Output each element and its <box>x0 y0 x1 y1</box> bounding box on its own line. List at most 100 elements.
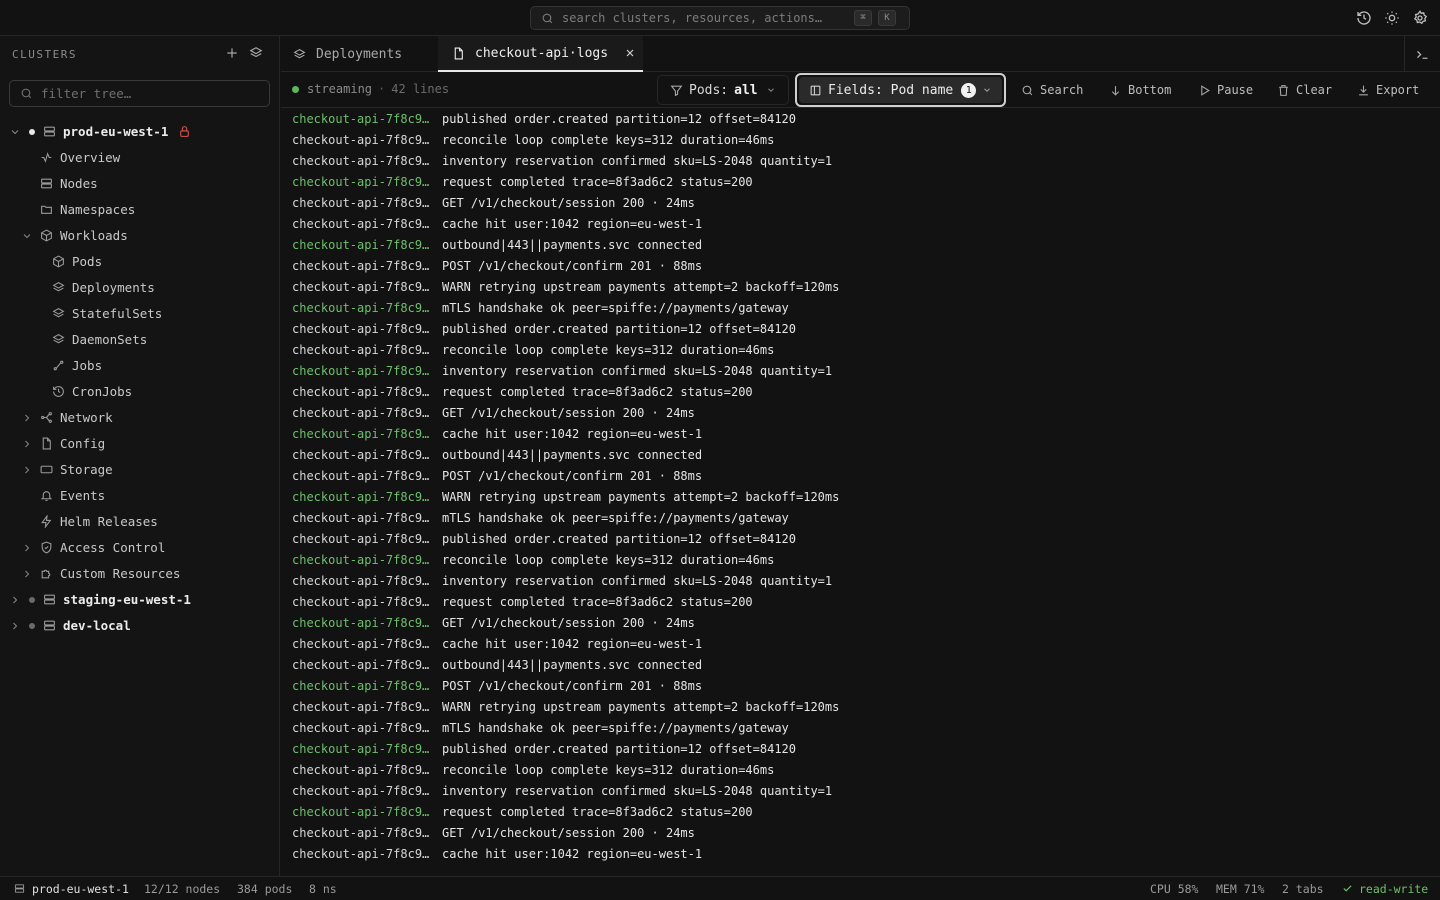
sidebar-item-access-control[interactable]: Access Control <box>0 535 279 561</box>
sidebar-item-events[interactable]: Events <box>0 483 279 509</box>
chevron-right-icon <box>9 594 21 606</box>
cluster-status-dot <box>29 623 35 629</box>
clear-button[interactable]: Clear <box>1277 72 1332 108</box>
log-line: checkout-api-7f8c9… mTLS handshake ok pee… <box>292 297 789 318</box>
tab-checkout-api-logs[interactable]: checkout-api·logs <box>438 36 643 72</box>
global-search-input[interactable]: search clusters, resources, actions… ⌘ K <box>530 6 910 30</box>
log-message: inventory reservation confirmed sku=LS-2… <box>442 783 833 798</box>
sidebar-item-overview[interactable]: Overview <box>0 145 279 171</box>
log-pod-name: checkout-api-7f8c9… <box>292 657 430 672</box>
log-viewer[interactable]: checkout-api-7f8c9… published order.creat… <box>281 108 1440 876</box>
log-line: checkout-api-7f8c9… cache hit user:1042 r… <box>292 213 702 234</box>
history-icon[interactable] <box>1356 10 1372 26</box>
sidebar-item-label: Events <box>60 488 106 503</box>
layers-icon[interactable] <box>249 46 263 60</box>
terminal-icon[interactable] <box>1404 36 1440 72</box>
sidebar-item-network[interactable]: Network <box>0 405 279 431</box>
command-key-hint: ⌘ <box>854 10 872 26</box>
sidebar-item-statefulsets[interactable]: StatefulSets <box>0 301 279 327</box>
log-line: checkout-api-7f8c9… inventory reservation… <box>292 360 832 381</box>
log-line: checkout-api-7f8c9… request completed tra… <box>292 171 753 192</box>
settings-icon[interactable] <box>1412 10 1428 26</box>
log-message: inventory reservation confirmed sku=LS-2… <box>442 153 833 168</box>
cluster-prod-eu-west-1[interactable]: prod-eu-west-1 <box>0 119 279 145</box>
log-pod-name: checkout-api-7f8c9… <box>292 510 430 525</box>
layers-icon <box>52 333 65 346</box>
chevron-right-icon <box>21 438 33 450</box>
log-pod-name: checkout-api-7f8c9… <box>292 300 430 315</box>
export-button[interactable]: Export <box>1357 72 1419 108</box>
cluster-tree: prod-eu-west-1 Overview Nodes Namespaces… <box>0 119 279 639</box>
line-count: 42 lines <box>391 82 450 96</box>
sidebar-item-config[interactable]: Config <box>0 431 279 457</box>
sidebar-item-label: Config <box>60 436 106 451</box>
log-line: checkout-api-7f8c9… inventory reservation… <box>292 150 832 171</box>
status-bar: prod-eu-west-1 12/12 nodes 384 pods 8 ns… <box>0 876 1440 900</box>
log-line: checkout-api-7f8c9… GET /v1/checkout/sess… <box>292 612 695 633</box>
log-line: checkout-api-7f8c9… reconcile loop comple… <box>292 549 774 570</box>
sidebar-item-label: StatefulSets <box>72 306 163 321</box>
log-message: WARN retrying upstream payments attempt=… <box>442 489 840 504</box>
cluster-staging-eu-west-1[interactable]: staging-eu-west-1 <box>0 587 279 613</box>
log-line: checkout-api-7f8c9… inventory reservation… <box>292 570 832 591</box>
log-message: reconcile loop complete keys=312 duratio… <box>442 342 775 357</box>
sidebar-item-label: Namespaces <box>60 202 136 217</box>
sidebar-item-namespaces[interactable]: Namespaces <box>0 197 279 223</box>
layers-icon <box>52 307 65 320</box>
status-namespaces: 8 ns <box>309 882 337 896</box>
cluster-name: dev-local <box>63 618 131 633</box>
sidebar-item-helm-releases[interactable]: Helm Releases <box>0 509 279 535</box>
sidebar-item-label: Pods <box>72 254 103 269</box>
log-message: cache hit user:1042 region=eu-west-1 <box>442 636 703 651</box>
log-message: outbound|443||payments.svc connected <box>442 447 703 462</box>
route-icon <box>52 359 65 372</box>
cluster-dev-local[interactable]: dev-local <box>0 613 279 639</box>
server-icon <box>40 177 53 190</box>
status-nodes: 12/12 nodes <box>144 882 221 896</box>
trash-icon <box>1277 84 1290 97</box>
search-button[interactable]: Search <box>1021 72 1083 108</box>
puzzle-icon <box>40 567 53 580</box>
chevron-right-icon <box>21 542 33 554</box>
sidebar-item-label: Overview <box>60 150 121 165</box>
bell-icon <box>40 489 53 502</box>
sidebar-item-pods[interactable]: Pods <box>0 249 279 275</box>
chevron-down-icon <box>982 85 992 95</box>
sidebar-item-daemonsets[interactable]: DaemonSets <box>0 327 279 353</box>
pods-filter-dropdown[interactable]: Pods: all <box>657 75 789 105</box>
add-cluster-icon[interactable] <box>225 46 239 60</box>
pause-button[interactable]: Pause <box>1198 72 1253 108</box>
log-pod-name: checkout-api-7f8c9… <box>292 552 430 567</box>
sidebar-item-custom-resources[interactable]: Custom Resources <box>0 561 279 587</box>
storage-icon <box>40 463 53 476</box>
sidebar-item-storage[interactable]: Storage <box>0 457 279 483</box>
clear-button-label: Clear <box>1296 83 1333 97</box>
log-pod-name: checkout-api-7f8c9… <box>292 720 430 735</box>
log-pod-name: checkout-api-7f8c9… <box>292 405 430 420</box>
filter-tree-input[interactable]: filter tree… <box>9 80 270 107</box>
sidebar-item-deployments[interactable]: Deployments <box>0 275 279 301</box>
log-pod-name: checkout-api-7f8c9… <box>292 363 430 378</box>
server-icon <box>43 619 56 632</box>
log-pod-name: checkout-api-7f8c9… <box>292 342 430 357</box>
scroll-bottom-button[interactable]: Bottom <box>1109 72 1171 108</box>
tab-deployments[interactable]: Deployments <box>281 36 438 72</box>
status-cpu: CPU 58% <box>1150 882 1199 896</box>
log-line: checkout-api-7f8c9… published order.creat… <box>292 318 796 339</box>
sidebar-item-cronjobs[interactable]: CronJobs <box>0 379 279 405</box>
log-pod-name: checkout-api-7f8c9… <box>292 615 430 630</box>
log-pod-name: checkout-api-7f8c9… <box>292 174 430 189</box>
close-icon[interactable] <box>624 47 636 59</box>
fields-label: Fields: Pod name <box>828 82 954 98</box>
sidebar-item-jobs[interactable]: Jobs <box>0 353 279 379</box>
server-icon <box>14 883 25 894</box>
log-message: POST /v1/checkout/confirm 201 · 88ms <box>442 468 703 483</box>
log-line: checkout-api-7f8c9… cache hit user:1042 r… <box>292 843 702 864</box>
sidebar-item-workloads[interactable]: Workloads <box>0 223 279 249</box>
fields-dropdown[interactable]: Fields: Pod name 1 <box>795 73 1006 107</box>
log-pod-name: checkout-api-7f8c9… <box>292 426 430 441</box>
cluster-status-dot <box>29 129 35 135</box>
sun-icon[interactable] <box>1384 10 1400 26</box>
sidebar-item-nodes[interactable]: Nodes <box>0 171 279 197</box>
log-pod-name: checkout-api-7f8c9… <box>292 594 430 609</box>
